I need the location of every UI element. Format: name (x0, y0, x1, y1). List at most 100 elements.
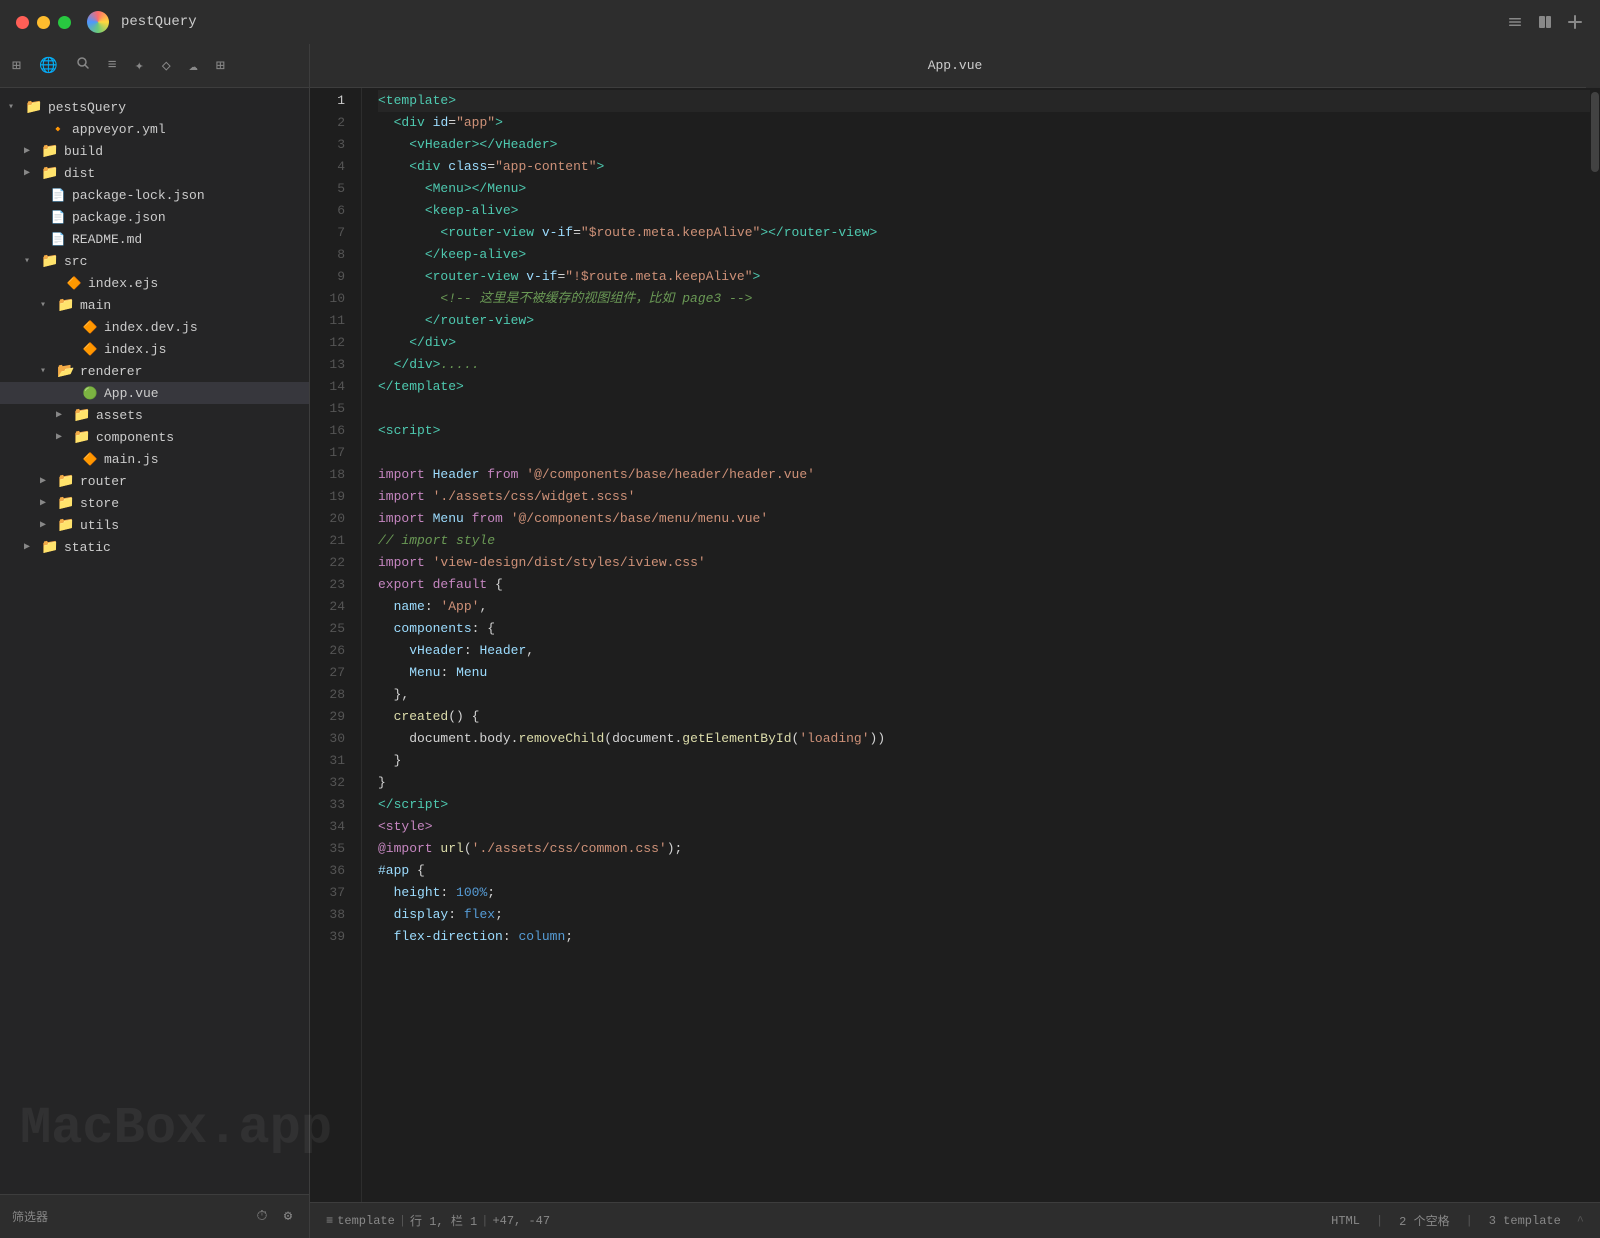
arrow-router: ▶ (40, 475, 56, 487)
arrow-utils: ▶ (40, 519, 56, 531)
label-app-vue: App.vue (104, 386, 159, 401)
sidebar: ⊞ 🌐 ≡ ✦ ◇ ☁ ⊞ ▾ 📁 pestsQuery (0, 44, 310, 1238)
sidebar-item-index-ejs[interactable]: 🔶 index.ejs (0, 272, 309, 294)
label-package-lock: package-lock.json (72, 188, 205, 203)
folder-icon-renderer: 📂 (56, 363, 76, 379)
line-number-12: 12 (310, 332, 345, 354)
sidebar-item-utils[interactable]: ▶ 📁 utils (0, 514, 309, 536)
code-line-32: } (378, 772, 1600, 794)
sidebar-item-main-js[interactable]: 🔶 main.js (0, 448, 309, 470)
arrow-src: ▾ (24, 255, 40, 267)
status-indent[interactable]: 2 个空格 (1399, 1212, 1449, 1229)
code-line-18: import Header from '@/components/base/he… (378, 464, 1600, 486)
line-number-3: 3 (310, 134, 345, 156)
status-sep5: ^ (1577, 1214, 1584, 1228)
status-right: HTML | 2 个空格 | 3 template ^ (1331, 1212, 1584, 1229)
sidebar-item-dist[interactable]: ▶ 📁 dist (0, 162, 309, 184)
scroll-thumb[interactable] (1591, 92, 1599, 172)
sidebar-item-readme[interactable]: 📄 README.md (0, 228, 309, 250)
folder-icon-router: 📁 (56, 473, 76, 489)
sidebar-item-index-js[interactable]: 🔶 index.js (0, 338, 309, 360)
sidebar-icon-search[interactable] (76, 56, 90, 75)
arrow-store: ▶ (40, 497, 56, 509)
sidebar-icon-diamond[interactable]: ◇ (162, 56, 171, 75)
tab-scrollbar (1586, 44, 1600, 88)
minimize-button[interactable] (37, 16, 50, 29)
folder-icon-main: 📁 (56, 297, 76, 313)
sidebar-item-router[interactable]: ▶ 📁 router (0, 470, 309, 492)
sidebar-item-index-dev-js[interactable]: 🔶 index.dev.js (0, 316, 309, 338)
sidebar-item-src[interactable]: ▾ 📁 src (0, 250, 309, 272)
add-icon[interactable] (1566, 13, 1584, 31)
label-index-dev-js: index.dev.js (104, 320, 198, 335)
sidebar-item-build[interactable]: ▶ 📁 build (0, 140, 309, 162)
line-number-20: 20 (310, 508, 345, 530)
status-left: ≡ template | 行 1, 栏 1 | +47, -47 (326, 1212, 550, 1229)
folder-icon-dist: 📁 (40, 165, 60, 181)
sidebar-item-components[interactable]: ▶ 📁 components (0, 426, 309, 448)
sidebar-item-pestsquery[interactable]: ▾ 📁 pestsQuery (0, 96, 309, 118)
sidebar-item-appveyor[interactable]: 🔸 appveyor.yml (0, 118, 309, 140)
main-layout: ⊞ 🌐 ≡ ✦ ◇ ☁ ⊞ ▾ 📁 pestsQuery (0, 44, 1600, 1238)
sidebar-item-renderer[interactable]: ▾ 📂 renderer (0, 360, 309, 382)
label-package-json: package.json (72, 210, 166, 225)
code-content[interactable]: <template> <div id="app"> <vHeader></vHe… (362, 88, 1600, 1202)
folder-icon-pestsquery: 📁 (24, 99, 44, 115)
line-number-27: 27 (310, 662, 345, 684)
close-button[interactable] (16, 16, 29, 29)
line-number-22: 22 (310, 552, 345, 574)
line-number-36: 36 (310, 860, 345, 882)
code-line-4: <div class="app-content"> (378, 156, 1600, 178)
line-number-1: 1 (310, 90, 345, 112)
clock-icon[interactable]: ⏱ (253, 1208, 271, 1226)
label-index-js: index.js (104, 342, 166, 357)
file-icon-app-vue: 🟢 (80, 385, 100, 401)
sidebar-icon-list[interactable]: ≡ (108, 57, 117, 74)
maximize-button[interactable] (58, 16, 71, 29)
toggle-icon[interactable] (1506, 13, 1524, 31)
status-bar: ≡ template | 行 1, 栏 1 | +47, -47 HTML | … (310, 1202, 1600, 1238)
label-build: build (64, 144, 103, 159)
status-language[interactable]: HTML (1331, 1214, 1360, 1228)
settings-icon[interactable]: ⚙ (279, 1208, 297, 1226)
sidebar-icon-grid[interactable]: ⊞ (216, 56, 225, 75)
sidebar-item-main[interactable]: ▾ 📁 main (0, 294, 309, 316)
folder-icon-src: 📁 (40, 253, 60, 269)
layout-icon[interactable] (1536, 13, 1554, 31)
sidebar-icon-cloud[interactable]: ☁ (189, 56, 198, 75)
editor-area: App.vue 12345678910111213141516171819202… (310, 44, 1600, 1238)
arrow-main: ▾ (40, 299, 56, 311)
label-appveyor: appveyor.yml (72, 122, 166, 137)
sidebar-item-package-lock[interactable]: 📄 package-lock.json (0, 184, 309, 206)
sidebar-item-assets[interactable]: ▶ 📁 assets (0, 404, 309, 426)
code-line-36: #app { (378, 860, 1600, 882)
sidebar-icon-globe[interactable]: 🌐 (39, 56, 58, 75)
sidebar-footer: 筛选器 ⏱ ⚙ (0, 1194, 309, 1238)
line-number-11: 11 (310, 310, 345, 332)
scroll-track[interactable] (1590, 88, 1600, 1202)
sidebar-item-package-json[interactable]: 📄 package.json (0, 206, 309, 228)
sidebar-item-store[interactable]: ▶ 📁 store (0, 492, 309, 514)
arrow-components: ▶ (56, 431, 72, 443)
sidebar-item-static[interactable]: ▶ 📁 static (0, 536, 309, 558)
label-router: router (80, 474, 127, 489)
line-number-30: 30 (310, 728, 345, 750)
sidebar-icon-panel[interactable]: ⊞ (12, 56, 21, 75)
line-number-26: 26 (310, 640, 345, 662)
arrow-build: ▶ (24, 145, 40, 157)
code-line-38: display: flex; (378, 904, 1600, 926)
file-icon-index-js: 🔶 (80, 341, 100, 357)
code-line-27: Menu: Menu (378, 662, 1600, 684)
code-line-10: <!-- 这里是不被缓存的视图组件，比如 page3 --> (378, 288, 1600, 310)
code-line-2: <div id="app"> (378, 112, 1600, 134)
label-pestsquery: pestsQuery (48, 100, 126, 115)
code-line-21: // import style (378, 530, 1600, 552)
app-title: pestQuery (121, 14, 197, 30)
line-number-29: 29 (310, 706, 345, 728)
sidebar-item-app-vue[interactable]: 🟢 App.vue (0, 382, 309, 404)
folder-icon-components: 📁 (72, 429, 92, 445)
editor-tab-app-vue[interactable]: App.vue (928, 58, 983, 73)
folder-icon-utils: 📁 (56, 517, 76, 533)
sidebar-icon-star[interactable]: ✦ (135, 56, 144, 75)
title-bar-actions (1506, 13, 1584, 31)
